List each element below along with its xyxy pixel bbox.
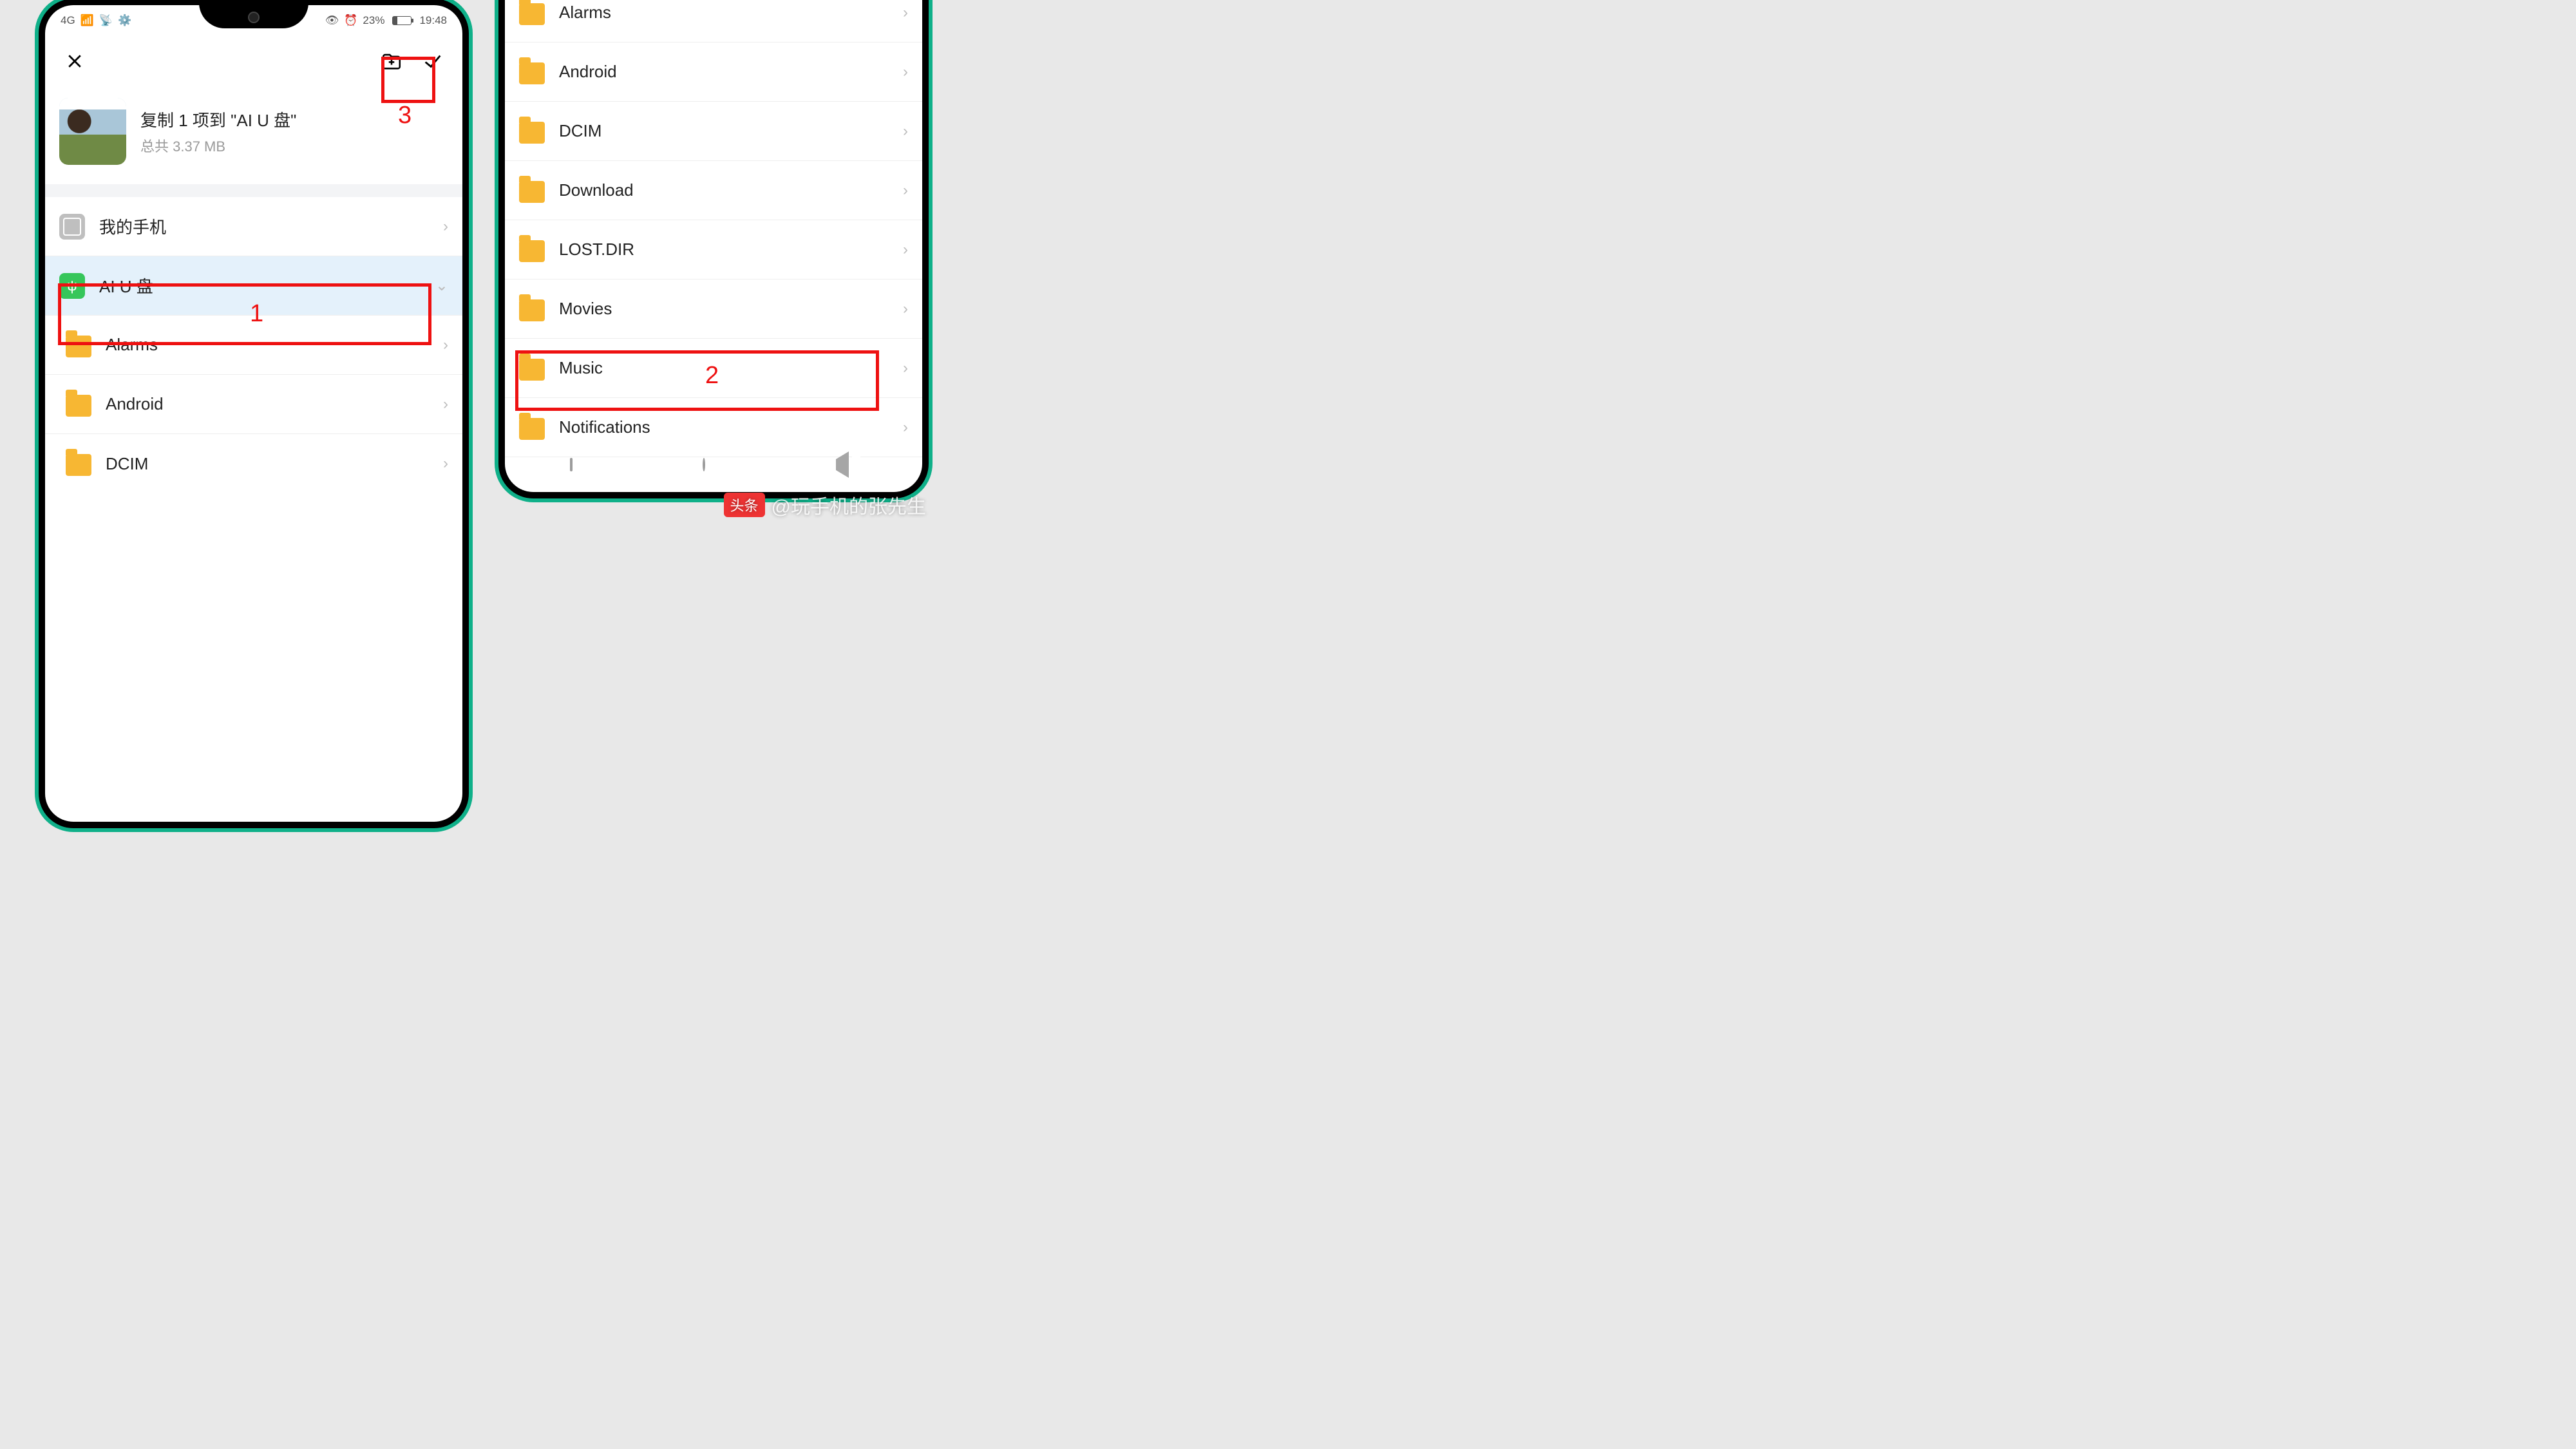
folder-label: Notifications [559,417,650,437]
phone-icon [59,214,85,240]
folder-icon [519,181,545,203]
folder-icon [519,299,545,321]
annotation-number-1: 1 [250,300,263,328]
chevron-right-icon: › [903,300,908,318]
folder-icon [66,395,91,417]
close-icon[interactable] [63,50,86,73]
phone-frame-right: Alarms › Android › DCIM › Download › LOS… [495,0,933,502]
annotation-box-2 [515,350,879,411]
android-nav-bar [505,446,922,484]
folder-icon [519,240,545,262]
folder-label: Android [106,394,164,414]
folder-row[interactable]: Android › [505,43,922,102]
annotation-box-1 [58,283,431,345]
notch [199,5,308,28]
folder-icon [519,418,545,440]
chevron-right-icon: › [443,218,448,236]
signal-icon: 📶 [80,14,94,27]
chevron-right-icon: › [903,359,908,377]
alarm-icon: ⏰ [344,14,357,27]
chevron-right-icon: › [443,336,448,354]
back-button[interactable] [836,459,857,471]
copy-title: 复制 1 项到 "AI U 盘" [140,108,296,131]
folder-label: Download [559,180,634,200]
app-icons: ⚙️ [118,14,131,27]
chevron-right-icon: › [443,455,448,473]
eye-icon: 👁 [325,14,339,27]
folder-label: LOST.DIR [559,240,634,260]
battery-icon [392,16,412,25]
folder-row[interactable]: Download › [505,161,922,220]
row-label: 我的手机 [99,214,166,238]
folder-row[interactable]: LOST.DIR › [505,220,922,279]
folder-icon [519,62,545,84]
battery-percent: 23% [363,14,384,27]
annotation-number-2: 2 [705,362,719,390]
chevron-right-icon: › [903,419,908,437]
section-divider [45,184,462,197]
chevron-right-icon: › [903,4,908,22]
destination-my-phone[interactable]: 我的手机 › [45,197,462,256]
watermark-badge: 头条 [724,493,765,517]
file-thumbnail [59,98,126,165]
chevron-right-icon: › [903,182,908,200]
home-button[interactable] [703,459,705,471]
chevron-down-icon: ⌄ [435,276,448,295]
network-label: 4G [61,14,75,27]
chevron-right-icon: › [903,241,908,259]
folder-icon [66,454,91,476]
annotation-number-3: 3 [398,102,412,129]
folder-row[interactable]: DCIM › [45,434,462,493]
chevron-right-icon: › [903,122,908,140]
chevron-right-icon: › [903,63,908,81]
folder-label: Alarms [559,3,611,23]
recent-apps-button[interactable] [570,459,573,471]
phone-screen-right: Alarms › Android › DCIM › Download › LOS… [505,0,922,492]
folder-label: DCIM [559,121,601,141]
chevron-right-icon: › [443,395,448,413]
folder-icon [519,122,545,144]
folder-row[interactable]: Android › [45,375,462,434]
annotation-box-3 [381,57,435,103]
folder-icon [519,3,545,25]
folder-label: Android [559,62,617,82]
folder-row[interactable]: Alarms › [505,0,922,43]
clock: 19:48 [419,14,447,27]
watermark: 头条 @玩手机的张先生 [724,491,926,519]
folder-label: DCIM [106,454,148,474]
watermark-handle: @玩手机的张先生 [772,491,926,519]
folder-label: Movies [559,299,612,319]
folder-row[interactable]: DCIM › [505,102,922,161]
wifi-icon: 📡 [99,14,113,27]
copy-size: 总共 3.37 MB [140,135,296,156]
folder-row[interactable]: Movies › [505,279,922,339]
